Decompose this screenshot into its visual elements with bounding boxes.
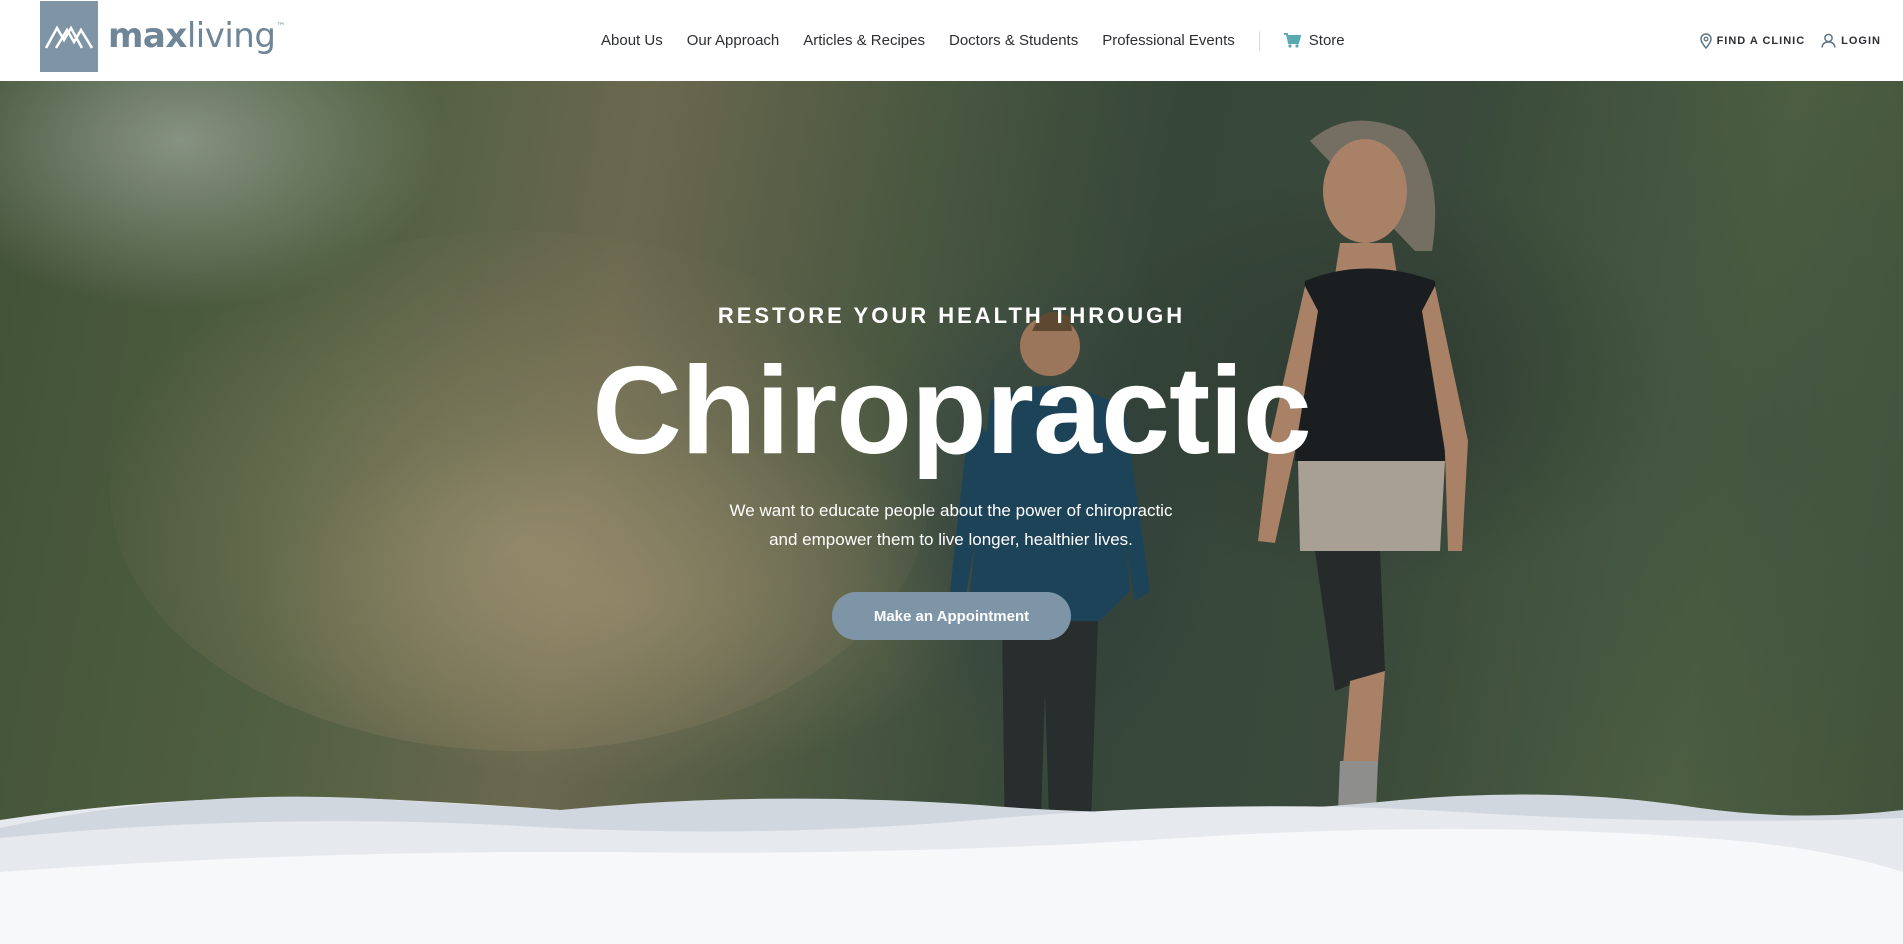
find-clinic-label: FIND A CLINIC xyxy=(1716,34,1806,47)
brand-logo[interactable]: maxliving™ xyxy=(40,0,285,72)
map-pin-icon xyxy=(1699,32,1712,49)
utility-nav: FIND A CLINIC LOGIN xyxy=(1684,0,1881,81)
hero-eyebrow: RESTORE YOUR HEALTH THROUGH xyxy=(717,303,1186,328)
nav-doctors-students[interactable]: Doctors & Students xyxy=(949,32,1078,49)
nav-professional-events[interactable]: Professional Events xyxy=(1102,32,1235,49)
brand-wordmark: maxliving™ xyxy=(108,16,285,56)
site-header: maxliving™ About Us Our Approach Article… xyxy=(0,0,1903,81)
user-icon xyxy=(1821,33,1836,48)
nav-articles-recipes[interactable]: Articles & Recipes xyxy=(803,32,925,49)
cart-icon xyxy=(1283,33,1301,48)
nav-store[interactable]: Store xyxy=(1283,32,1345,49)
hero-subtext-line-2: and empower them to live longer, healthi… xyxy=(769,530,1133,549)
hero-headline: Chiropractic xyxy=(592,342,1311,480)
hero-subtext: We want to educate people about the powe… xyxy=(651,496,1251,554)
hero-banner: RESTORE YOUR HEALTH THROUGH Chiropractic… xyxy=(0,81,1903,881)
find-clinic-link[interactable]: FIND A CLINIC xyxy=(1699,32,1806,49)
nav-our-approach[interactable]: Our Approach xyxy=(687,32,780,49)
mountain-logo-icon xyxy=(40,0,98,72)
nav-divider xyxy=(1258,30,1260,51)
login-label: LOGIN xyxy=(1841,34,1881,47)
hero-subtext-line-1: We want to educate people about the powe… xyxy=(729,501,1173,520)
login-link[interactable]: LOGIN xyxy=(1821,33,1881,48)
nav-store-label: Store xyxy=(1308,32,1345,49)
make-appointment-button[interactable]: Make an Appointment xyxy=(832,592,1071,640)
main-nav: About Us Our Approach Articles & Recipes… xyxy=(601,0,1345,81)
nav-about-us[interactable]: About Us xyxy=(601,32,663,49)
